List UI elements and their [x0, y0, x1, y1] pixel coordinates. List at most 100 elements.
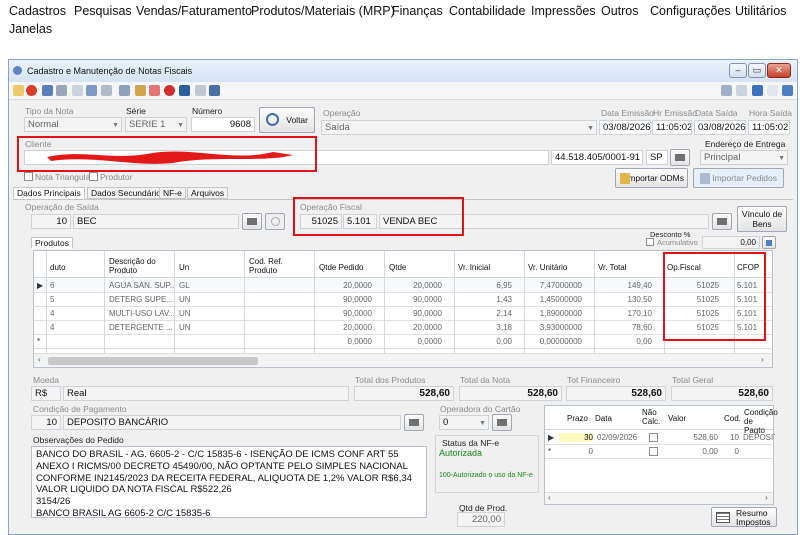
cell-desc[interactable]: DETERGENTE ... — [109, 323, 174, 332]
cell-qp[interactable]: 0,0000 — [294, 337, 372, 346]
menu-pesquisas[interactable]: Pesquisas — [74, 4, 132, 18]
product-row[interactable]: ▶ 6 AGUA SAN. SUP... GL 20,0000 20,0000 6,95 7,… — [34, 279, 772, 293]
cell-valor[interactable]: 528,60 — [663, 433, 718, 442]
cell-cod[interactable]: 5 — [50, 295, 70, 304]
scroll-right-icon[interactable]: › — [761, 355, 764, 364]
cell-q[interactable]: 20,0000 — [364, 281, 442, 290]
scroll-thumb[interactable] — [48, 357, 258, 365]
uf-field[interactable]: SP — [646, 150, 668, 165]
product-row[interactable]: * 0,0000 0,0000 0,00 0,00000000 0,00 — [34, 335, 772, 349]
operacao-select[interactable]: Saída ▼ — [321, 120, 597, 135]
pagamento-lookup-button[interactable] — [404, 414, 424, 431]
col-nao-calc[interactable]: Não Calc. — [642, 408, 664, 426]
menu-icon[interactable] — [782, 85, 793, 96]
scroll-left-icon[interactable]: ‹ — [38, 355, 41, 364]
menu-outros[interactable]: Outros — [601, 4, 639, 18]
cell-valor[interactable]: 0,00 — [663, 447, 718, 456]
cell-q[interactable]: 90,0000 — [364, 309, 442, 318]
cnpj-field[interactable]: 44.518.405/0001-91 — [551, 150, 643, 165]
tab-dados-principais[interactable]: Dados Principais — [13, 187, 85, 199]
menu-produtos-materiais[interactable]: Produtos/Materiais (MRP) — [251, 4, 395, 18]
picture-icon[interactable] — [149, 85, 160, 96]
cell-vu[interactable]: 0,00000000 — [504, 337, 582, 346]
cell-vu[interactable]: 7,47000000 — [504, 281, 582, 290]
tab-arquivos[interactable]: Arquivos — [187, 187, 229, 199]
stop-icon[interactable] — [164, 85, 175, 96]
col-valor[interactable]: Valor — [668, 414, 686, 423]
operacao-saida-code[interactable]: 10 — [31, 214, 71, 229]
operacao-saida-refresh-button[interactable] — [265, 213, 285, 230]
cell-un[interactable]: UN — [179, 309, 209, 318]
col-vr-total[interactable]: Vr. Total — [598, 263, 626, 272]
total-nota-field[interactable]: 528,60 — [459, 386, 562, 401]
voltar-button[interactable]: Voltar — [259, 107, 315, 133]
condicao-pagamento-code[interactable]: 10 — [31, 415, 61, 430]
desconto-apply-button[interactable] — [762, 236, 776, 249]
col-prazo[interactable]: Prazo — [567, 414, 588, 423]
col-cod[interactable]: Cod. — [724, 414, 741, 423]
menu-janelas[interactable]: Janelas — [9, 22, 52, 36]
copy-icon[interactable] — [101, 85, 112, 96]
cell-q[interactable]: 20,0000 — [364, 323, 442, 332]
operacao-fiscal-lookup-button[interactable] — [712, 213, 732, 230]
operadora-select[interactable]: 0 ▼ — [439, 415, 489, 430]
cell-qp[interactable]: 90,0000 — [294, 309, 372, 318]
qtd-prod-field[interactable]: 220,00 — [457, 512, 505, 527]
close-icon[interactable]: ✕ — [767, 63, 791, 78]
tree-icon[interactable] — [86, 85, 97, 96]
cell-vu[interactable]: 3,93000000 — [504, 323, 582, 332]
cell-vu[interactable]: 1,89000000 — [504, 309, 582, 318]
tot-financeiro-field[interactable]: 528,60 — [566, 386, 666, 401]
magnifier-icon[interactable] — [736, 85, 747, 96]
cell-vi[interactable]: 6,95 — [434, 281, 512, 290]
cell-cod[interactable]: 0 — [719, 447, 739, 456]
nota-triangular-checkbox[interactable] — [24, 172, 33, 181]
data-emissao-field[interactable]: 03/08/2026 — [599, 120, 651, 135]
cell-vt[interactable]: 149,40 — [574, 281, 652, 290]
nao-calc-checkbox[interactable] — [649, 433, 658, 442]
cell-q[interactable]: 90,0000 — [364, 295, 442, 304]
cell-vt[interactable]: 78,60 — [574, 323, 652, 332]
document-icon[interactable] — [179, 85, 190, 96]
vinculo-bens-button[interactable]: Vínculo de Bens — [737, 206, 787, 232]
parcelas-scrollbar[interactable]: ‹ › — [545, 492, 773, 504]
edit-icon[interactable] — [13, 85, 24, 96]
importar-odms-button[interactable]: Importar ODMs — [615, 168, 688, 188]
cell-desc[interactable]: AGUA SAN. SUP... — [109, 281, 174, 290]
numero-field[interactable]: 9608 — [191, 117, 255, 132]
desconto-field[interactable]: 0,00 — [702, 236, 760, 249]
menu-contabilidade[interactable]: Contabilidade — [449, 4, 525, 18]
cell-qp[interactable]: 20,0000 — [294, 323, 372, 332]
maximize-icon[interactable]: ▭ — [748, 63, 766, 78]
cell-prazo[interactable]: 0 — [559, 447, 593, 456]
cell-vt[interactable]: 130,50 — [574, 295, 652, 304]
col-qtde[interactable]: Qtde — [389, 263, 406, 272]
moeda-name[interactable]: Real — [63, 386, 349, 401]
tab-dados-secundarios[interactable]: Dados Secundários — [87, 187, 170, 199]
email-icon[interactable] — [135, 85, 146, 96]
col-vr-unitario[interactable]: Vr. Unitário — [528, 263, 567, 272]
col-un[interactable]: Un — [179, 263, 189, 272]
print-icon[interactable] — [119, 85, 130, 96]
cell-data[interactable]: 02/09/2026 — [597, 433, 642, 442]
endereco-select[interactable]: Principal ▼ — [700, 150, 788, 165]
col-cod-ref[interactable]: Cod. Ref. Produto — [249, 257, 304, 275]
cell-vi[interactable]: 0,00 — [434, 337, 512, 346]
menu-cadastros[interactable]: Cadastros — [9, 4, 66, 18]
search-icon[interactable] — [72, 85, 83, 96]
importar-pedidos-button[interactable]: Importar Pedidos — [693, 168, 784, 188]
tab-produtos[interactable]: Produtos — [31, 237, 74, 249]
col-vr-inicial[interactable]: Vr. Inicial — [458, 263, 490, 272]
menu-utilitarios[interactable]: Utilitários — [735, 4, 786, 18]
cell-cod[interactable]: 4 — [50, 309, 70, 318]
produtos-scrollbar[interactable]: ‹ › — [34, 353, 772, 367]
cell-qp[interactable]: 90,0000 — [294, 295, 372, 304]
menu-configuracoes[interactable]: Configurações — [650, 4, 731, 18]
product-row[interactable]: 5 DETERG SUPE... UN 90,0000 90,0000 1,43 1,450… — [34, 293, 772, 307]
menu-vendas-faturamento[interactable]: Vendas/Faturamento — [136, 4, 252, 18]
condicao-pagamento-name[interactable]: DEPOSITO BANCÁRIO — [63, 415, 401, 430]
page-icon[interactable] — [195, 85, 206, 96]
cell-desc[interactable]: MULTI-USO LAV... — [109, 309, 174, 318]
scroll-right-icon[interactable]: › — [765, 493, 768, 502]
acumulativo-checkbox[interactable] — [646, 238, 654, 246]
